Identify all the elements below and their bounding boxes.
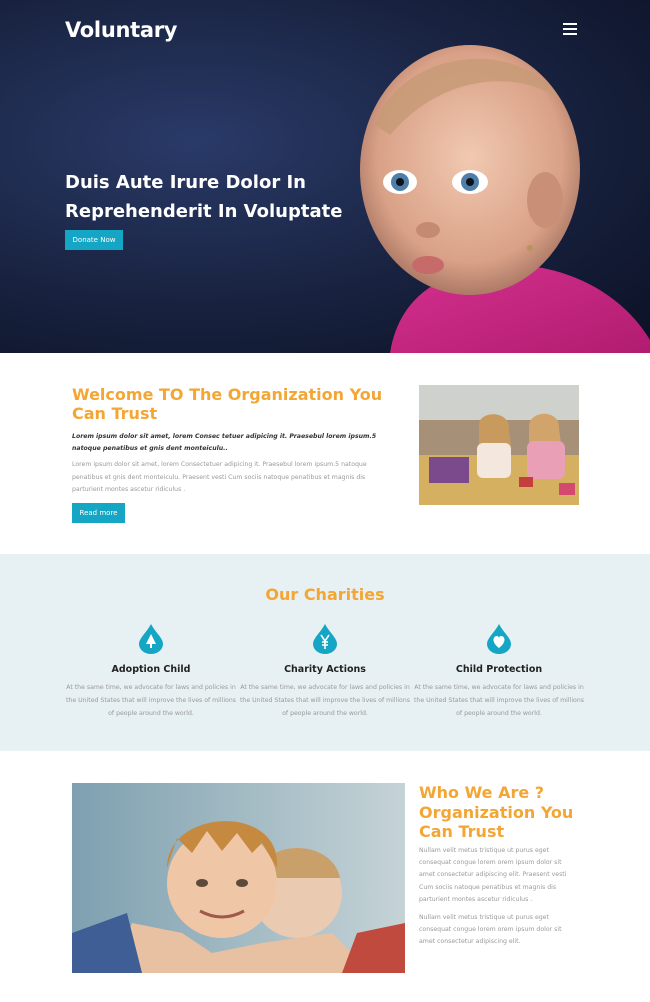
charity-text: At the same time, we advocate for laws a…	[66, 684, 236, 717]
tree-drop-icon	[139, 624, 163, 654]
charity-title: Charity Actions	[284, 664, 366, 675]
donate-now-button[interactable]: Donate Now	[65, 230, 123, 250]
hero-title: Duis Aute Irure Dolor In Reprehenderit I…	[65, 172, 343, 222]
charities-title: Our Charities	[265, 585, 385, 604]
who-paragraph-1: Nullam velit metus tristique ut purus eg…	[419, 847, 567, 903]
who-paragraph-2: Nullam velit metus tristique ut purus eg…	[419, 914, 562, 946]
charity-text: At the same time, we advocate for laws a…	[240, 684, 410, 717]
charity-card-actions: Charity Actions At the same time, we adv…	[240, 624, 410, 720]
read-more-button[interactable]: Read more	[72, 503, 125, 523]
welcome-title: Welcome TO The Organization You Can Trus…	[72, 385, 383, 423]
who-we-are-title: Who We Are ? Organization You Can Trust	[419, 783, 574, 841]
charity-card-protection: Child Protection At the same time, we ad…	[414, 624, 584, 720]
charity-text: At the same time, we advocate for laws a…	[414, 684, 584, 717]
brand-logo[interactable]: Voluntary	[65, 18, 177, 42]
hamburger-menu-icon[interactable]	[563, 23, 577, 35]
charity-title: Adoption Child	[111, 664, 191, 675]
charity-title: Child Protection	[455, 664, 543, 675]
welcome-lead-text: Lorem ipsum dolor sit amet, lorem Consec…	[72, 433, 377, 452]
yen-drop-icon	[313, 624, 337, 654]
charity-card-adoption: Adoption Child At the same time, we advo…	[66, 624, 236, 720]
classroom-children-image	[419, 385, 579, 505]
kids-photo	[72, 783, 405, 973]
charities-section: Our Charities Adoption Child At the same…	[0, 554, 650, 751]
heart-drop-icon	[487, 624, 511, 654]
welcome-body-text: Lorem ipsum dolor sit amet, lorem Consec…	[72, 461, 367, 493]
hero-baby-image	[360, 45, 650, 353]
hero-banner: Voluntary Duis Aute Irure Dolor In Repre…	[0, 0, 650, 353]
